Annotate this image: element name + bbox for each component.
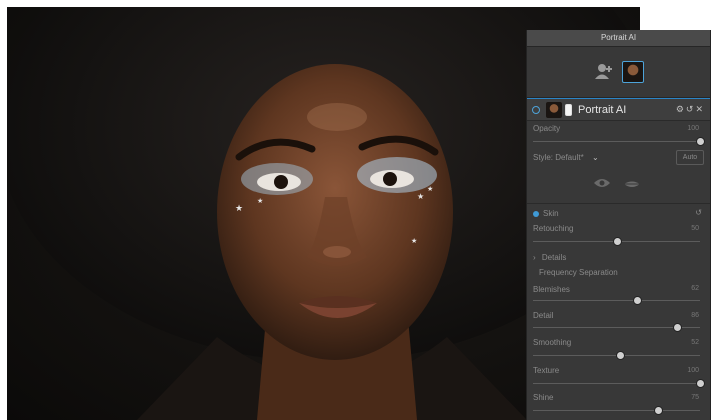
blemishes-label: Blemishes	[533, 285, 570, 294]
svg-text:★: ★	[417, 192, 424, 201]
blemishes-slider[interactable]	[533, 296, 700, 305]
portrait-ai-panel: Portrait AI Portrait AI ⚙↺✕ Opacity 100 …	[526, 30, 711, 420]
layer-row[interactable]: Portrait AI ⚙↺✕	[527, 98, 710, 121]
shine-label: Shine	[533, 393, 554, 402]
section-divider	[527, 203, 710, 204]
details-label: Details	[541, 253, 567, 262]
style-dropdown-label: Style: Default*	[533, 153, 584, 162]
shine-slider[interactable]	[533, 406, 700, 415]
preset-row	[527, 47, 710, 98]
opacity-slider[interactable]	[533, 137, 705, 146]
panel-title: Portrait AI	[527, 30, 710, 47]
texture-label: Texture	[533, 366, 560, 375]
add-person-icon[interactable]	[594, 63, 614, 81]
smoothing-label: Smoothing	[533, 338, 572, 347]
opacity-label: Opacity	[533, 124, 561, 133]
opacity-slider-knob[interactable]	[696, 137, 705, 146]
svg-text:★: ★	[257, 197, 263, 205]
layer-thumbnail	[546, 101, 562, 118]
svg-text:★: ★	[411, 237, 417, 245]
retouching-value: 50	[691, 225, 699, 232]
texture-slider-knob[interactable]	[696, 379, 705, 388]
layer-mask-icon[interactable]	[565, 103, 572, 116]
retouching-label: Retouching	[533, 224, 574, 233]
svg-text:★: ★	[427, 185, 433, 193]
retouching-slider-knob[interactable]	[612, 237, 622, 246]
smoothing-value: 52	[691, 339, 699, 346]
svg-text:★: ★	[235, 204, 243, 214]
layer-name: Portrait AI	[578, 103, 627, 116]
eye-icon[interactable]	[593, 178, 611, 190]
opacity-value: 100	[687, 125, 699, 132]
lips-icon[interactable]	[623, 179, 641, 191]
smoothing-slider-knob[interactable]	[615, 351, 625, 360]
layer-visibility-toggle[interactable]	[532, 105, 540, 114]
detail-slider-knob[interactable]	[672, 323, 682, 332]
shine-slider-knob[interactable]	[654, 406, 664, 415]
skin-section-toggle[interactable]	[533, 211, 539, 217]
texture-value: 100	[687, 367, 699, 374]
close-icon[interactable]: ✕	[695, 104, 705, 114]
frequency-separation-label: Frequency Separation	[539, 268, 618, 277]
style-dropdown[interactable]: Style: Default* ⌄	[533, 153, 599, 162]
auto-button[interactable]: Auto	[676, 150, 704, 165]
blemishes-slider-knob[interactable]	[632, 296, 642, 305]
details-toggle[interactable]: › Details	[533, 253, 566, 262]
texture-slider[interactable]	[533, 379, 705, 388]
skin-reset-icon[interactable]: ↺	[695, 208, 702, 217]
skin-label: Skin	[543, 209, 559, 218]
blemishes-value: 62	[691, 285, 699, 292]
smoothing-slider[interactable]	[533, 351, 700, 360]
detail-value: 86	[691, 312, 699, 319]
retouching-slider[interactable]	[533, 237, 700, 246]
preset-thumbnail[interactable]	[621, 61, 644, 83]
chevron-right-icon: ›	[533, 253, 536, 262]
detail-label: Detail	[533, 311, 554, 320]
chevron-down-icon: ⌄	[591, 153, 599, 162]
detail-slider[interactable]	[533, 323, 700, 332]
shine-value: 75	[691, 394, 699, 401]
gear-icon[interactable]: ⚙	[676, 104, 686, 114]
